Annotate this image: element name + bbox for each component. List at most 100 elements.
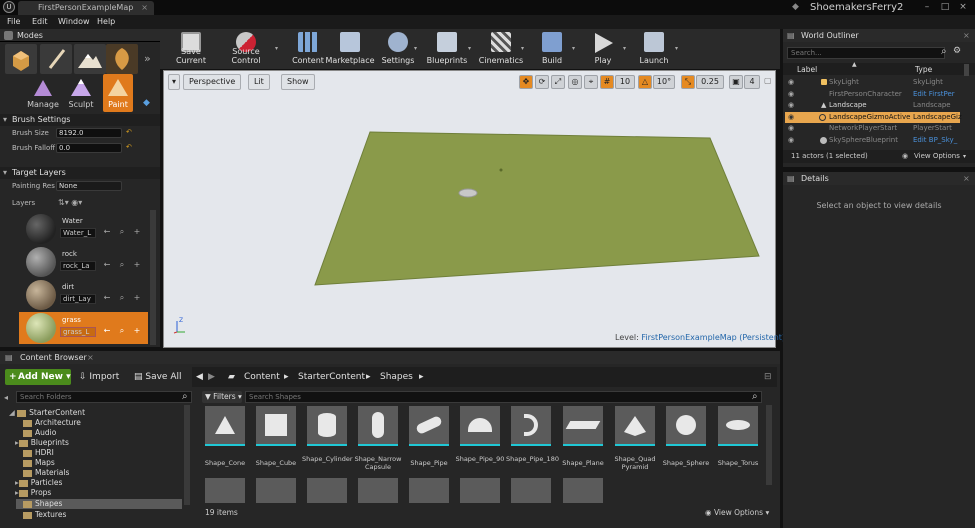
brush-settings-header[interactable]: Brush Settings: [0, 114, 160, 126]
asset-tile-narrow-capsule[interactable]: [358, 406, 398, 446]
maximize-viewport-icon[interactable]: ▢: [764, 76, 772, 85]
play-dropdown-icon[interactable]: ▾: [623, 45, 626, 52]
level-viewport[interactable]: [163, 70, 776, 348]
source-control-dropdown-icon[interactable]: ▾: [275, 45, 278, 52]
outliner-row[interactable]: ◉ NetworkPlayerStart PlayerStart: [785, 123, 960, 135]
eye-icon[interactable]: ◉: [788, 136, 796, 144]
asset-tile-cube[interactable]: [256, 406, 296, 446]
reset-brush-falloff-icon[interactable]: ↶: [126, 143, 132, 151]
show-button[interactable]: Show: [281, 74, 315, 90]
asset-tile-torus[interactable]: [718, 406, 758, 446]
layers-scrollbar[interactable]: [150, 210, 156, 345]
settings-dropdown-icon[interactable]: ▾: [414, 45, 417, 52]
view-options-button[interactable]: View Options: [914, 150, 960, 163]
tree-item-audio[interactable]: Audio: [23, 428, 56, 438]
outliner-scrollbar[interactable]: [964, 64, 969, 76]
lock-icon[interactable]: ⊟: [764, 370, 772, 384]
folder-tree-scrollbar[interactable]: [184, 405, 190, 505]
maximize-icon[interactable]: □: [939, 1, 951, 13]
browse-icon[interactable]: ⌕: [117, 227, 127, 237]
content-browser-tab[interactable]: ▤ Content Browser ×: [0, 351, 780, 364]
lit-button[interactable]: Lit: [248, 74, 270, 90]
tree-item-props[interactable]: ▸ Props: [15, 488, 51, 498]
layer-row-dirt[interactable]: dirt dirt_Lay ← ⌕ +: [22, 279, 148, 311]
brush-falloff-input[interactable]: 0.0: [56, 143, 122, 153]
blueprints-dropdown-icon[interactable]: ▾: [468, 45, 471, 52]
asset-tile-sphere[interactable]: [666, 406, 706, 446]
layer-asset-select[interactable]: rock_La: [60, 261, 96, 271]
view-options-button[interactable]: ◉ View Options ▾: [705, 508, 769, 517]
outliner-settings-icon[interactable]: ⚙: [953, 46, 961, 56]
scale-snap-icon[interactable]: ⤡: [681, 75, 695, 89]
surface-snap-icon[interactable]: ⌖: [584, 75, 598, 89]
tree-item-architecture[interactable]: Architecture: [23, 418, 81, 428]
painting-restriction-select[interactable]: None: [56, 181, 122, 191]
layers-options-icon[interactable]: ⇅▾ ◉▾: [58, 198, 82, 207]
add-icon[interactable]: +: [132, 227, 142, 237]
eye-icon[interactable]: ◉: [788, 79, 796, 86]
marketplace-button[interactable]: Marketplace: [324, 30, 376, 68]
browse-icon[interactable]: ⌕: [117, 260, 127, 270]
asset-tile[interactable]: [205, 478, 245, 503]
grid-snap-icon[interactable]: #: [600, 75, 614, 89]
layer-asset-select[interactable]: Water_L: [60, 228, 96, 238]
save-all-button[interactable]: ▤ Save All: [134, 370, 182, 384]
rotation-snap-icon[interactable]: △: [638, 75, 652, 89]
tree-item-particles[interactable]: ▸ Particles: [15, 478, 62, 488]
menu-window[interactable]: Window: [58, 15, 90, 29]
actor-type-link[interactable]: Edit BP_Sky_: [913, 135, 957, 146]
rotate-tool-icon[interactable]: ⟳: [535, 75, 549, 89]
breadcrumb-startercontent[interactable]: StarterContent: [298, 370, 365, 384]
asset-tile[interactable]: [460, 478, 500, 503]
breadcrumb-separator-icon[interactable]: ▸: [366, 370, 371, 384]
use-asset-icon[interactable]: ←: [102, 293, 112, 303]
close-window-icon[interactable]: ×: [957, 1, 969, 13]
layer-asset-select[interactable]: dirt_Lay: [60, 294, 96, 304]
tree-item-shapes-selected[interactable]: Shapes: [16, 499, 182, 509]
outliner-row[interactable]: ◉ ▲ Landscape Landscape: [785, 100, 960, 112]
launch-button[interactable]: Launch: [628, 30, 680, 68]
menu-file[interactable]: File: [7, 15, 20, 29]
view-options-dropdown-icon[interactable]: ▾: [963, 150, 966, 163]
breadcrumb-shapes[interactable]: Shapes: [380, 370, 413, 384]
target-layers-header[interactable]: Target Layers: [0, 167, 160, 179]
layer-row-rock[interactable]: rock rock_La ← ⌕ +: [22, 246, 148, 278]
outliner-row[interactable]: ◉ FirstPersonCharacter Edit FirstPer: [785, 89, 960, 101]
world-outliner-tab[interactable]: ▤ World Outliner ×: [783, 29, 975, 42]
asset-tile-pipe[interactable]: [409, 406, 449, 446]
tree-item-startercontent[interactable]: ◢ StarterContent: [9, 408, 85, 418]
minimize-icon[interactable]: –: [921, 1, 933, 13]
actor-type-link[interactable]: Edit FirstPer: [913, 89, 955, 100]
tree-item-materials[interactable]: Materials: [23, 468, 69, 478]
layer-asset-select[interactable]: grass_L: [60, 327, 96, 337]
menu-help[interactable]: Help: [97, 15, 115, 29]
foliage-mode-button[interactable]: [106, 44, 138, 74]
manage-tool-button[interactable]: [28, 76, 58, 100]
camera-speed-icon[interactable]: ▣: [729, 75, 743, 89]
outliner-search-input[interactable]: Search...: [787, 47, 945, 59]
add-new-button[interactable]: + Add New ▾: [5, 369, 71, 385]
tree-item-blueprints[interactable]: ▸ Blueprints: [15, 438, 69, 448]
asset-tile[interactable]: [409, 478, 449, 503]
asset-tile[interactable]: [358, 478, 398, 503]
close-content-browser-icon[interactable]: ×: [87, 351, 94, 364]
reset-brush-size-icon[interactable]: ↶: [126, 128, 132, 136]
scale-snap-value[interactable]: 0.25: [696, 75, 724, 89]
collapse-sources-icon[interactable]: ◂: [4, 393, 8, 402]
tree-item-hdri[interactable]: HDRI: [23, 448, 54, 458]
asset-grid-scrollbar[interactable]: [766, 405, 772, 485]
rotation-snap-value[interactable]: 10°: [653, 75, 675, 89]
tree-item-maps[interactable]: Maps: [23, 458, 55, 468]
close-tab-icon[interactable]: ×: [141, 1, 148, 15]
save-current-button[interactable]: Save Current: [165, 30, 217, 68]
search-folders-input[interactable]: Search Folders: [16, 391, 192, 403]
use-asset-icon[interactable]: ←: [102, 227, 112, 237]
eye-icon[interactable]: ◉: [788, 113, 796, 121]
add-icon[interactable]: +: [132, 326, 142, 336]
asset-tile-cylinder[interactable]: [307, 406, 347, 446]
asset-tile[interactable]: [256, 478, 296, 503]
import-button[interactable]: ⇩ Import: [79, 370, 119, 384]
browse-icon[interactable]: ⌕: [117, 326, 127, 336]
translate-tool-icon[interactable]: ✥: [519, 75, 533, 89]
asset-tile-quad-pyramid[interactable]: [615, 406, 655, 446]
